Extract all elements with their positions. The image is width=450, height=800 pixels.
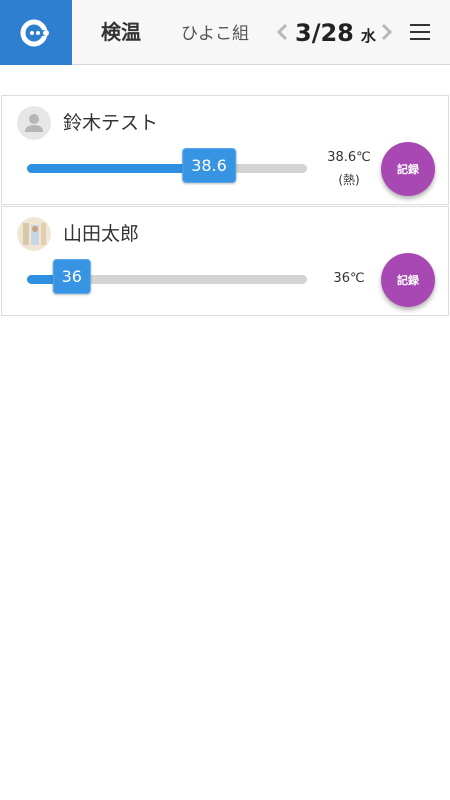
- temperature-value: 36℃: [333, 271, 365, 286]
- temperature-slider[interactable]: 36: [27, 259, 307, 294]
- chevron-right-icon[interactable]: [381, 23, 393, 41]
- page-title: 検温: [101, 20, 141, 44]
- date-display: 3/28 水: [295, 16, 376, 50]
- slider-handle[interactable]: 38.6: [182, 148, 236, 183]
- temperature-value: 38.6℃: [327, 150, 371, 165]
- child-name: 山田太郎: [63, 223, 140, 245]
- avatar: [17, 106, 51, 140]
- child-temperature-card: 鈴木テスト 38.6 38.6℃ (熱) 記録: [1, 95, 449, 205]
- weekday-text: 水: [360, 27, 376, 45]
- default-person-icon: [17, 106, 51, 140]
- chevron-left-icon[interactable]: [276, 23, 288, 41]
- class-selector[interactable]: ひよこ組: [181, 21, 249, 47]
- date-text: 3/28: [295, 19, 354, 47]
- child-name: 鈴木テスト: [63, 112, 159, 134]
- hamburger-menu-icon[interactable]: [410, 24, 430, 42]
- temperature-slider[interactable]: 38.6: [27, 148, 307, 183]
- app-logo[interactable]: [0, 0, 72, 65]
- slider-handle[interactable]: 36: [52, 259, 91, 294]
- child-temperature-card: 山田太郎 36 36℃ 記録: [1, 206, 449, 316]
- record-button[interactable]: 記録: [381, 142, 435, 196]
- app-header: 検温 ひよこ組 3/28 水: [0, 0, 450, 65]
- child-photo-icon: [17, 217, 51, 251]
- app-logo-icon: [20, 19, 51, 46]
- avatar: [17, 217, 51, 251]
- record-button[interactable]: 記録: [381, 253, 435, 307]
- fever-note: (熱): [338, 173, 360, 187]
